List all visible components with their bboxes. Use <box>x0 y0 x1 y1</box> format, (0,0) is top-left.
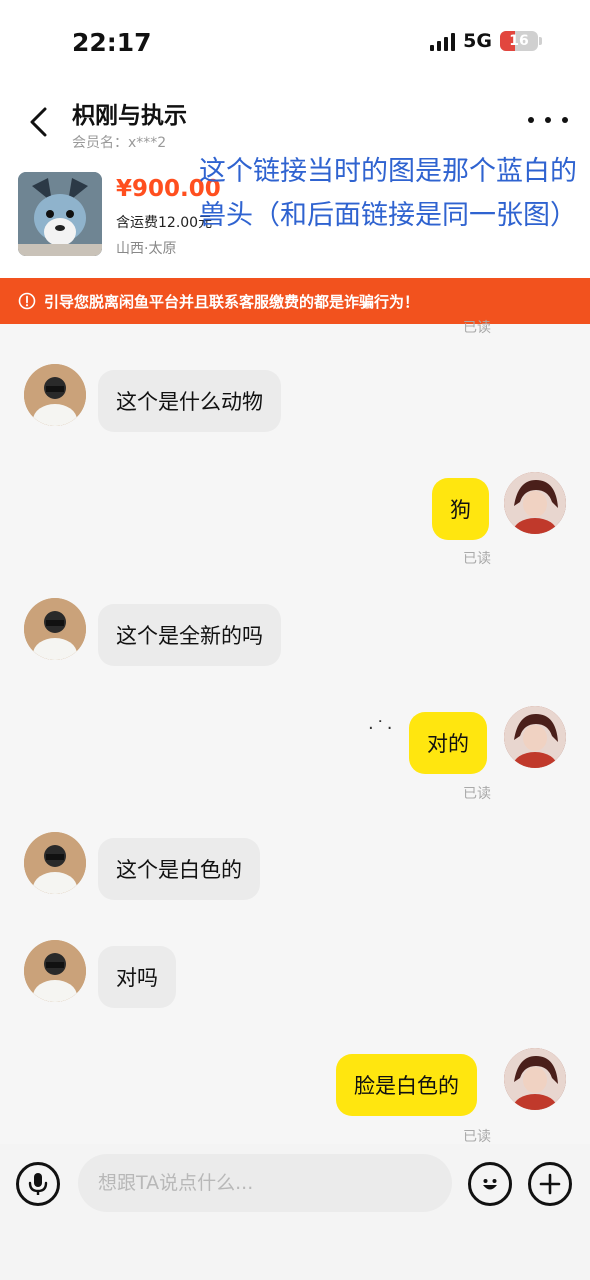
message-bubble-sent[interactable]: 对的 <box>409 712 487 774</box>
warning-text: 引导您脱离闲鱼平台并且联系客服缴费的都是诈骗行为！ <box>44 292 420 311</box>
read-status: 已读 <box>463 786 491 802</box>
more-icon <box>528 117 568 123</box>
seller-avatar[interactable] <box>504 472 566 534</box>
microphone-icon <box>28 1173 48 1195</box>
seller-avatar-art <box>504 1048 566 1110</box>
status-time: 22:17 <box>72 28 152 57</box>
buyer-avatar[interactable] <box>24 940 86 1002</box>
battery-level: 16 <box>509 33 529 49</box>
buyer-avatar-art <box>24 832 86 894</box>
read-status-partial: 已读 <box>463 320 491 336</box>
emoji-icon <box>483 1179 497 1190</box>
read-status: 已读 <box>463 551 491 567</box>
product-image[interactable] <box>18 172 102 256</box>
message-bubble-received[interactable]: 这个是白色的 <box>98 838 260 900</box>
seller-avatar[interactable] <box>504 706 566 768</box>
add-button[interactable] <box>528 1162 572 1206</box>
back-button[interactable] <box>20 102 56 142</box>
message-bubble-sent[interactable]: 狗 <box>432 478 489 540</box>
buyer-avatar[interactable] <box>24 364 86 426</box>
plus-icon <box>539 1173 561 1195</box>
buyer-avatar-art <box>24 598 86 660</box>
buyer-avatar-art <box>24 940 86 1002</box>
voice-button[interactable] <box>16 1162 60 1206</box>
message-bubble-sent[interactable]: 脸是白色的 <box>336 1054 477 1116</box>
message-bubble-received[interactable]: 这个是什么动物 <box>98 370 281 432</box>
message-input[interactable] <box>78 1154 452 1212</box>
more-button[interactable] <box>528 108 568 132</box>
message-dots-icon: ·˙· <box>368 718 395 739</box>
back-icon <box>30 107 47 137</box>
product-thumbnail-art <box>18 172 102 256</box>
emoji-button[interactable] <box>468 1162 512 1206</box>
fraud-warning-banner: 引导您脱离闲鱼平台并且联系客服缴费的都是诈骗行为！ <box>0 278 590 324</box>
product-location: 山西·太原 <box>116 241 177 257</box>
annotation-overlay: 这个链接当时的图是那个蓝白的兽头（和后面链接是同一张图） <box>199 156 577 231</box>
signal-icon <box>430 31 456 51</box>
message-bubble-received[interactable]: 这个是全新的吗 <box>98 604 281 666</box>
buyer-avatar[interactable] <box>24 832 86 894</box>
member-name: 会员名：x***2 <box>72 135 167 151</box>
seller-avatar[interactable] <box>504 1048 566 1110</box>
buyer-avatar-art <box>24 364 86 426</box>
buyer-avatar[interactable] <box>24 598 86 660</box>
seller-avatar-art <box>504 706 566 768</box>
read-status: 已读 <box>463 1129 491 1145</box>
chat-title: 枳刚与执示 <box>72 103 187 129</box>
seller-avatar-art <box>504 472 566 534</box>
status-indicators: 5G 16 <box>430 30 542 52</box>
network-label: 5G <box>463 30 492 52</box>
battery-icon: 16 <box>500 31 538 51</box>
warning-icon <box>18 292 36 310</box>
message-bubble-received[interactable]: 对吗 <box>98 946 176 1008</box>
